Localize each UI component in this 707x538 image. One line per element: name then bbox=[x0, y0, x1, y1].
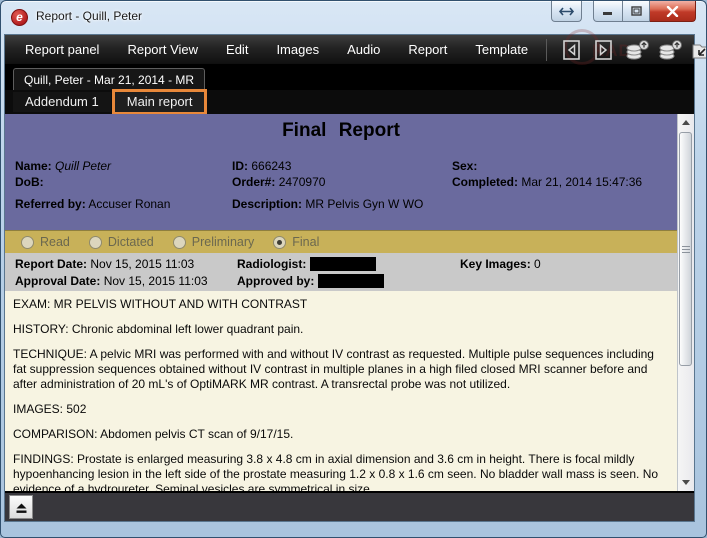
app-logo-icon: e bbox=[11, 9, 28, 26]
patient-id-row: ID: 666243 bbox=[232, 158, 423, 174]
report-document: Final Report Name: Quill Peter DoB: Refe… bbox=[5, 114, 677, 491]
arrow-down-icon bbox=[682, 480, 690, 485]
patient-id: 666243 bbox=[251, 159, 291, 173]
status-radio-label: Preliminary bbox=[192, 235, 255, 249]
study-description: MR Pelvis Gyn W WO bbox=[305, 197, 423, 211]
patient-name-row: Name: Quill Peter bbox=[15, 158, 170, 174]
radio-icon bbox=[89, 236, 102, 249]
patient-sex-row: Sex: bbox=[452, 158, 642, 174]
referred-by-row: Referred by: Accuser Ronan bbox=[15, 196, 170, 212]
report-subtab[interactable]: Main report bbox=[115, 92, 205, 112]
patient-dob-row: DoB: bbox=[15, 174, 170, 190]
radio-icon bbox=[173, 236, 186, 249]
open-folder-icon[interactable] bbox=[690, 38, 707, 62]
toolbar bbox=[542, 38, 707, 62]
completed-row: Completed: Mar 21, 2014 15:47:36 bbox=[452, 174, 642, 190]
report-window: e Report - Quill, Peter Report panelRepo… bbox=[0, 0, 707, 538]
menu-item[interactable]: Edit bbox=[212, 35, 262, 64]
minimize-icon bbox=[603, 7, 613, 16]
completed-datetime: Mar 21, 2014 15:47:36 bbox=[521, 175, 642, 189]
scrollbar-thumb[interactable] bbox=[679, 132, 692, 366]
patient-name: Quill Peter bbox=[55, 159, 111, 173]
resize-horizontal-button[interactable] bbox=[551, 1, 582, 22]
expand-panel-button[interactable] bbox=[9, 495, 33, 519]
report-body-text: EXAM: MR PELVIS WITHOUT AND WITH CONTRAS… bbox=[5, 291, 677, 491]
report-meta-bar: Report Date: Nov 15, 2015 11:03 Radiolog… bbox=[5, 253, 677, 291]
description-row: Description: MR Pelvis Gyn W WO bbox=[232, 196, 423, 212]
menu-item[interactable]: Audio bbox=[333, 35, 394, 64]
resize-horizontal-icon bbox=[558, 6, 575, 17]
previous-report-icon[interactable] bbox=[558, 38, 584, 62]
scroll-up-button[interactable] bbox=[678, 114, 694, 131]
vertical-scrollbar[interactable] bbox=[677, 114, 694, 491]
status-radio-label: Final bbox=[292, 235, 319, 249]
maximize-button[interactable] bbox=[623, 1, 650, 22]
report-paragraph: EXAM: MR PELVIS WITHOUT AND WITH CONTRAS… bbox=[13, 297, 669, 312]
status-radio-option[interactable]: Read bbox=[21, 235, 70, 249]
bottom-bar bbox=[5, 491, 694, 521]
next-report-icon[interactable] bbox=[591, 38, 617, 62]
status-radio-option[interactable]: Final bbox=[273, 235, 319, 249]
report-tab-bar: Addendum 1Main report bbox=[5, 90, 694, 114]
client-area: Report panelReport ViewEditImagesAudioRe… bbox=[4, 34, 695, 522]
close-button[interactable] bbox=[650, 1, 696, 22]
close-icon bbox=[666, 6, 679, 17]
order-number: 2470970 bbox=[279, 175, 326, 189]
radiologist: Radiologist: bbox=[237, 257, 376, 271]
radiologist-redacted-value bbox=[310, 257, 376, 271]
status-radio-option[interactable]: Preliminary bbox=[173, 235, 255, 249]
radio-icon bbox=[273, 236, 286, 249]
menu-item[interactable]: Report View bbox=[113, 35, 212, 64]
menu-items: Report panelReport ViewEditImagesAudioRe… bbox=[11, 35, 542, 64]
approved-by-redacted-value bbox=[318, 274, 384, 288]
scroll-down-button[interactable] bbox=[678, 474, 694, 491]
study-tab-bar: Quill, Peter - Mar 21, 2014 - MR bbox=[5, 65, 694, 90]
radio-icon bbox=[21, 236, 34, 249]
import-database-icon[interactable] bbox=[657, 38, 683, 62]
report-date: Report Date: Nov 15, 2015 11:03 bbox=[15, 257, 194, 271]
window-title: Report - Quill, Peter bbox=[36, 9, 142, 23]
status-radio-label: Dictated bbox=[108, 235, 154, 249]
order-number-row: Order#: 2470970 bbox=[232, 174, 423, 190]
status-radio-label: Read bbox=[40, 235, 70, 249]
report-paragraph: FINDINGS: Prostate is enlarged measuring… bbox=[13, 452, 669, 491]
approval-date: Approval Date: Nov 15, 2015 11:03 bbox=[15, 274, 208, 288]
menu-item[interactable]: Report panel bbox=[11, 35, 113, 64]
menu-item[interactable]: Images bbox=[262, 35, 333, 64]
menu-item[interactable]: Template bbox=[461, 35, 542, 64]
eject-icon bbox=[15, 501, 28, 514]
export-database-icon[interactable] bbox=[624, 38, 650, 62]
referred-by: Accuser Ronan bbox=[88, 197, 170, 211]
title-bar[interactable]: e Report - Quill, Peter bbox=[1, 1, 706, 34]
report-content: Final Report Name: Quill Peter DoB: Refe… bbox=[5, 114, 694, 491]
report-paragraph: TECHNIQUE: A pelvic MRI was performed wi… bbox=[13, 347, 669, 392]
key-images: Key Images: 0 bbox=[460, 257, 541, 271]
menu-bar: Report panelReport ViewEditImagesAudioRe… bbox=[5, 35, 694, 65]
report-subtab[interactable]: Addendum 1 bbox=[13, 92, 111, 112]
toolbar-separator bbox=[546, 39, 547, 61]
study-tab[interactable]: Quill, Peter - Mar 21, 2014 - MR bbox=[13, 68, 205, 90]
report-status-bar: Read Dictated Preliminary bbox=[5, 230, 677, 253]
report-paragraph: IMAGES: 502 bbox=[13, 402, 669, 417]
approved-by: Approved by: bbox=[237, 274, 384, 288]
thumb-grip-icon bbox=[682, 246, 690, 253]
scrollbar-track[interactable] bbox=[678, 131, 694, 474]
menu-item[interactable]: Report bbox=[394, 35, 461, 64]
arrow-up-icon bbox=[682, 120, 690, 125]
report-title: Final Report bbox=[5, 120, 677, 142]
report-paragraph: HISTORY: Chronic abdominal left lower qu… bbox=[13, 322, 669, 337]
patient-header: Final Report Name: Quill Peter DoB: Refe… bbox=[5, 114, 677, 230]
report-paragraph: COMPARISON: Abdomen pelvis CT scan of 9/… bbox=[13, 427, 669, 442]
status-radio-option[interactable]: Dictated bbox=[89, 235, 154, 249]
minimize-button[interactable] bbox=[593, 1, 623, 22]
maximize-icon bbox=[631, 6, 642, 16]
